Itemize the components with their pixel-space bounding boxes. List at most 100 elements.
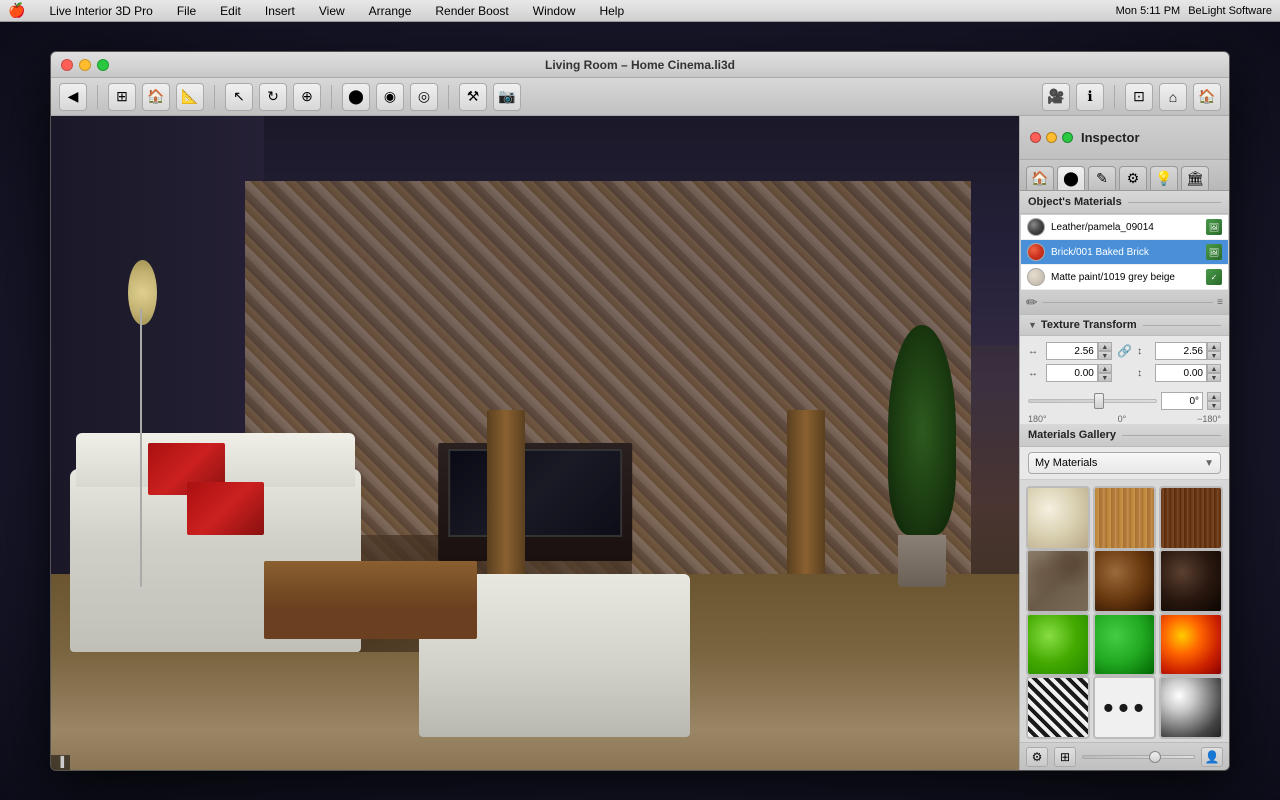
tab-light[interactable]: 💡 [1150, 166, 1178, 190]
back-button[interactable]: ◀ [59, 83, 87, 111]
material-item-leather[interactable]: Leather/pamela_09014 🖼 [1021, 215, 1228, 240]
tex-offsety-input[interactable] [1155, 364, 1207, 382]
gallery-material-green-light[interactable] [1026, 613, 1090, 677]
view-3d-button[interactable]: ⌂ [1159, 83, 1187, 111]
tab-object[interactable]: 🏠 [1026, 166, 1054, 190]
tex-offsetx-up[interactable]: ▲ [1098, 364, 1112, 373]
render-button[interactable]: 🎥 [1042, 83, 1070, 111]
gallery-grid-button[interactable]: ⊞ [1054, 747, 1076, 767]
window-maximize-button[interactable] [97, 59, 109, 71]
material-icon-leather: 🖼 [1206, 219, 1222, 235]
window-title: Living Room – Home Cinema.li3d [545, 58, 735, 72]
gallery-size-slider-thumb[interactable] [1149, 751, 1161, 763]
rotation-slider-thumb[interactable] [1094, 393, 1104, 409]
gallery-size-slider[interactable] [1082, 755, 1195, 759]
furniture-button[interactable]: 🏠 [142, 83, 170, 111]
tex-link-icon[interactable]: 🔗 [1116, 342, 1133, 360]
pen-icon[interactable]: ✏ [1026, 294, 1038, 311]
gallery-material-fire[interactable] [1159, 613, 1223, 677]
tex-offsety-down[interactable]: ▼ [1207, 373, 1221, 382]
toolbar-sep-2 [214, 85, 215, 109]
menu-dots-icon[interactable]: ≡ [1217, 297, 1223, 308]
rotation-value-input[interactable] [1161, 392, 1203, 410]
tex-width-up[interactable]: ▲ [1098, 342, 1112, 351]
tex-offsety-up[interactable]: ▲ [1207, 364, 1221, 373]
tab-arch[interactable]: 🏛 [1181, 166, 1209, 190]
material-item-matte[interactable]: Matte paint/1019 grey beige ✓ [1021, 265, 1228, 290]
gallery-label: Materials Gallery [1028, 429, 1116, 441]
view-home-button[interactable]: 🏠 [1193, 83, 1221, 111]
screenshot-button[interactable]: 📷 [493, 83, 521, 111]
tex-offsetx-down[interactable]: ▼ [1098, 373, 1112, 382]
menu-window[interactable]: Window [529, 4, 580, 18]
gallery-material-spots[interactable] [1093, 676, 1157, 740]
tab-edit[interactable]: ✎ [1088, 166, 1116, 190]
window-close-button[interactable] [61, 59, 73, 71]
rotation-down[interactable]: ▼ [1207, 401, 1221, 410]
inspector-zoom-button[interactable] [1062, 132, 1073, 143]
gallery-material-wood-light[interactable] [1093, 486, 1157, 550]
coffee-table [264, 561, 477, 639]
tex-width-input[interactable] [1046, 342, 1098, 360]
window-controls [61, 59, 109, 71]
gallery-dropdown[interactable]: My Materials ▼ [1028, 452, 1221, 474]
menu-help[interactable]: Help [595, 4, 628, 18]
menu-app-name[interactable]: Live Interior 3D Pro [45, 4, 156, 18]
gallery-settings-button[interactable]: ⚙ [1026, 747, 1048, 767]
tex-height-down[interactable]: ▼ [1207, 351, 1221, 360]
menu-file[interactable]: File [173, 4, 200, 18]
menu-arrange[interactable]: Arrange [365, 4, 416, 18]
rotation-slider-track[interactable] [1028, 399, 1157, 403]
build-tool-button[interactable]: ⚒ [459, 83, 487, 111]
tex-width-stepper[interactable]: ▲ ▼ [1098, 342, 1112, 360]
gallery-material-dark-sphere[interactable] [1159, 549, 1223, 613]
tex-height-up[interactable]: ▲ [1207, 342, 1221, 351]
gallery-info-button[interactable]: 👤 [1201, 747, 1223, 767]
gallery-material-cream[interactable] [1026, 486, 1090, 550]
sphere-tool-button[interactable]: ⬤ [342, 83, 370, 111]
texture-inputs: ↔ ▲ ▼ 🔗 ↕ [1020, 336, 1229, 388]
tab-material[interactable]: ⬤ [1057, 166, 1085, 190]
gallery-dropdown-value: My Materials [1035, 457, 1097, 469]
dimensions-button[interactable]: 📐 [176, 83, 204, 111]
inspector-min-button[interactable] [1046, 132, 1057, 143]
select-tool-button[interactable]: ↖ [225, 83, 253, 111]
rotation-up[interactable]: ▲ [1207, 392, 1221, 401]
menu-view[interactable]: View [315, 4, 349, 18]
gallery-material-chrome[interactable] [1159, 676, 1223, 740]
tex-offsetx-stepper[interactable]: ▲ ▼ [1098, 364, 1112, 382]
texture-transform-header[interactable]: ▼ Texture Transform [1020, 315, 1229, 336]
gallery-material-green-dark[interactable] [1093, 613, 1157, 677]
tex-height-group: ▲ ▼ [1155, 342, 1221, 360]
view-2d-button[interactable]: ⊡ [1125, 83, 1153, 111]
inspector-close-button[interactable] [1030, 132, 1041, 143]
ring-tool-button[interactable]: ◉ [376, 83, 404, 111]
gallery-material-zebra[interactable] [1026, 676, 1090, 740]
gallery-material-wood-dark[interactable] [1159, 486, 1223, 550]
menu-render-boost[interactable]: Render Boost [431, 4, 512, 18]
info-button[interactable]: ℹ [1076, 83, 1104, 111]
rotation-stepper[interactable]: ▲ ▼ [1207, 392, 1221, 410]
apple-logo[interactable]: 🍎 [8, 2, 25, 19]
material-item-brick[interactable]: Brick/001 Baked Brick 🖼 [1021, 240, 1228, 265]
tex-height-stepper[interactable]: ▲ ▼ [1207, 342, 1221, 360]
materials-list[interactable]: Leather/pamela_09014 🖼 Brick/001 Baked B… [1020, 214, 1229, 291]
floor-plan-button[interactable]: ⊞ [108, 83, 136, 111]
gallery-bottom-toolbar: ⚙ ⊞ 👤 [1020, 742, 1229, 770]
tex-offsety-stepper[interactable]: ▲ ▼ [1207, 364, 1221, 382]
rot-tick-180: 180° [1028, 414, 1047, 424]
gallery-material-brown-sphere[interactable] [1093, 549, 1157, 613]
move-tool-button[interactable]: ⊕ [293, 83, 321, 111]
window-minimize-button[interactable] [79, 59, 91, 71]
3d-viewport[interactable]: ▐ [51, 116, 1019, 770]
gallery-material-stone[interactable] [1026, 549, 1090, 613]
rotate-tool-button[interactable]: ↻ [259, 83, 287, 111]
circle-tool-button[interactable]: ◎ [410, 83, 438, 111]
toolbar-sep-3 [331, 85, 332, 109]
menu-edit[interactable]: Edit [216, 4, 245, 18]
menu-insert[interactable]: Insert [261, 4, 299, 18]
tex-height-input[interactable] [1155, 342, 1207, 360]
tex-offsetx-input[interactable] [1046, 364, 1098, 382]
tab-settings[interactable]: ⚙ [1119, 166, 1147, 190]
tex-width-down[interactable]: ▼ [1098, 351, 1112, 360]
